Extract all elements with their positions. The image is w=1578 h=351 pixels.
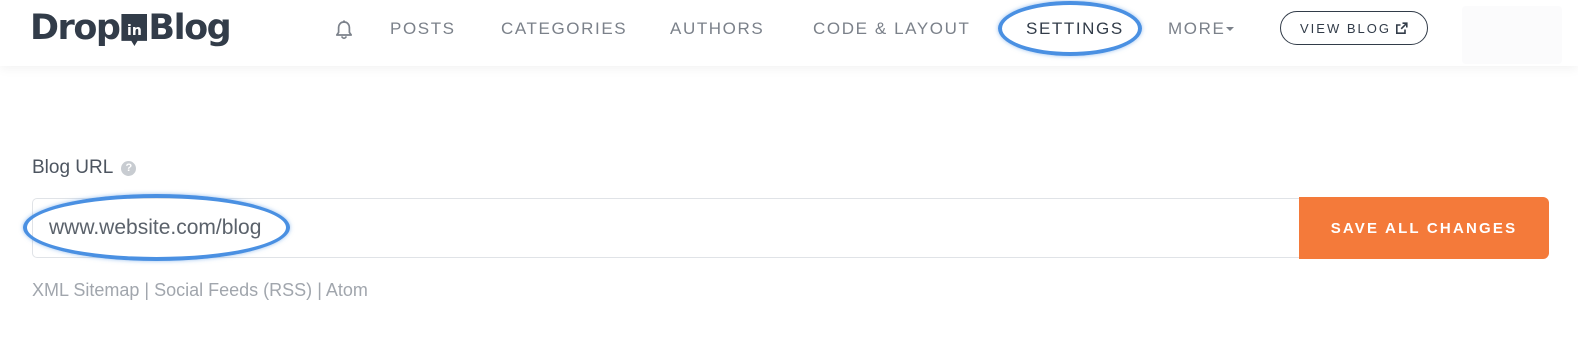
- nav-more[interactable]: MORE: [1168, 17, 1235, 41]
- user-menu-placeholder: [1462, 6, 1562, 64]
- view-blog-label: VIEW BLOG: [1300, 20, 1391, 36]
- social-feeds-link[interactable]: Social Feeds (RSS): [154, 280, 312, 300]
- nav-categories[interactable]: CATEGORIES: [501, 17, 627, 41]
- caret-down-icon: [1226, 26, 1235, 31]
- external-link-icon: [1395, 21, 1408, 34]
- logo-text-blog: Blog: [148, 8, 231, 48]
- nav-authors[interactable]: AUTHORS: [670, 17, 764, 41]
- logo-badge: in: [121, 14, 148, 46]
- bell-icon[interactable]: [334, 19, 354, 41]
- link-separator: |: [144, 280, 150, 300]
- nav-posts[interactable]: POSTS: [390, 17, 456, 41]
- feed-links: XML Sitemap | Social Feeds (RSS) | Atom: [32, 280, 368, 301]
- nav-more-label: MORE: [1168, 19, 1226, 38]
- nav-settings[interactable]: SETTINGS: [1026, 17, 1124, 41]
- atom-link[interactable]: Atom: [326, 280, 368, 300]
- question-circle-icon[interactable]: ?: [121, 160, 137, 176]
- save-all-changes-button[interactable]: SAVE ALL CHANGES: [1299, 197, 1549, 259]
- xml-sitemap-link[interactable]: XML Sitemap: [32, 280, 139, 300]
- top-navigation-bar: Drop in Blog POSTS CATEGORIES AUTHORS CODE…: [0, 0, 1578, 66]
- dropinblog-logo[interactable]: Drop in Blog: [30, 6, 232, 50]
- nav-code-layout[interactable]: CODE & LAYOUT: [813, 17, 970, 41]
- blog-url-input[interactable]: [32, 198, 1300, 258]
- blog-url-label-text: Blog URL: [32, 157, 114, 178]
- logo-text-drop: Drop: [30, 8, 121, 48]
- link-separator: |: [317, 280, 322, 300]
- blog-url-label: Blog URL ?: [32, 157, 137, 179]
- view-blog-button[interactable]: VIEW BLOG: [1280, 11, 1428, 45]
